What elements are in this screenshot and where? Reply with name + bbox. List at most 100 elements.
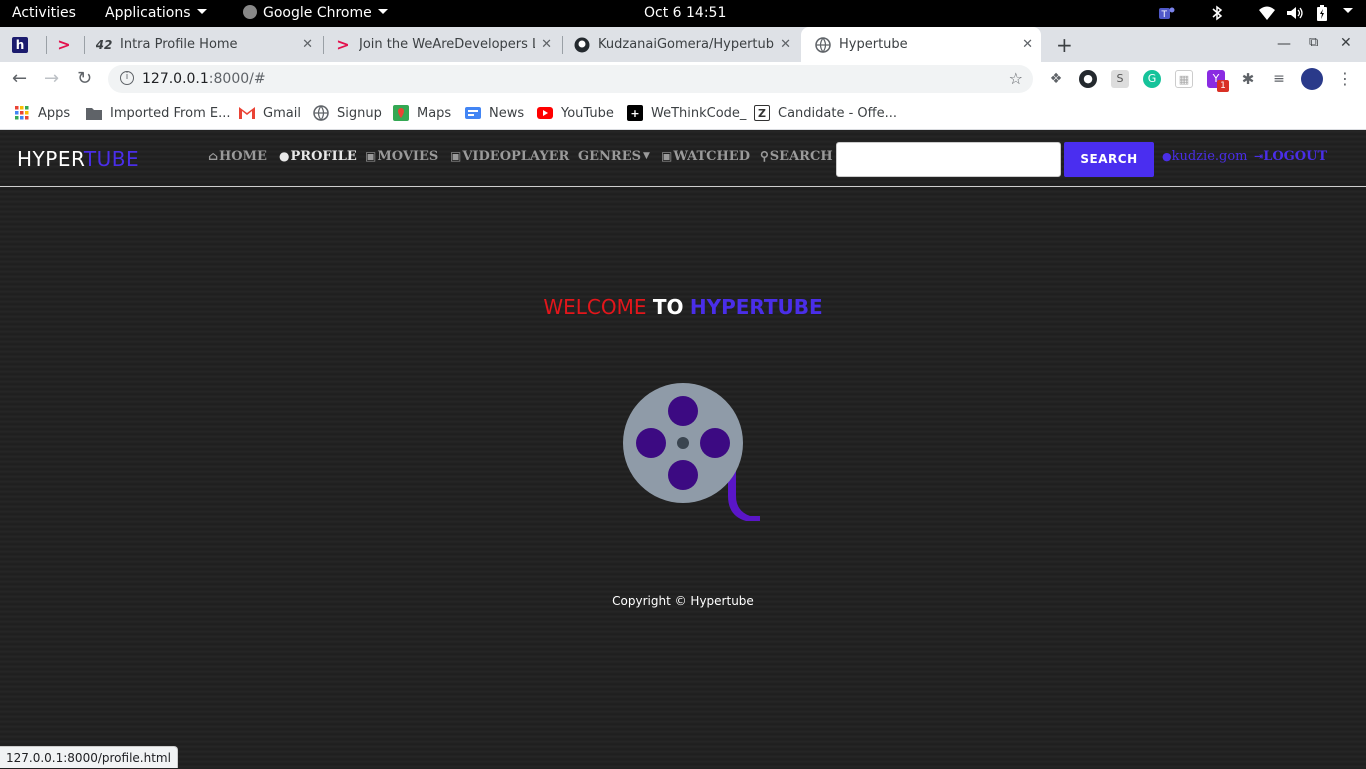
close-tab-icon[interactable]: ✕ <box>541 37 552 52</box>
tab-github-hypertube[interactable]: KudzanaiGomera/Hypertube: ✕ <box>574 27 799 62</box>
logout-label: LOGOUT <box>1263 149 1328 164</box>
user-icon: ● <box>279 149 290 163</box>
tab-title: Join the WeAreDevelopers Li <box>359 37 535 52</box>
bookmark-wethinkcode[interactable]: + WeThinkCode_ <box>627 105 746 121</box>
globe-icon <box>313 105 329 121</box>
bookmarks-bar: Apps Imported From E... Gmail Signup Map… <box>0 96 1366 130</box>
bookmark-label: Signup <box>337 105 382 121</box>
chevron-down-icon <box>1343 8 1353 13</box>
close-tab-icon[interactable]: ✕ <box>780 37 791 52</box>
battery-icon[interactable] <box>1316 5 1328 25</box>
bookmark-apps[interactable]: Apps <box>14 105 70 121</box>
search-input[interactable] <box>836 142 1061 177</box>
close-tab-icon[interactable]: ✕ <box>302 37 313 52</box>
tab-intra-profile[interactable]: 42 Intra Profile Home ✕ <box>96 27 321 62</box>
maps-icon <box>393 105 409 121</box>
user-profile-link[interactable]: ●kudzie.gom <box>1162 149 1248 164</box>
nav-genres-dropdown[interactable]: GENRES ▼ <box>578 149 650 164</box>
wearedevelopers-favicon-icon: > <box>336 35 350 54</box>
nav-genres-label: GENRES <box>578 149 641 164</box>
nav-search-label: SEARCH <box>769 149 833 164</box>
bookmark-imported[interactable]: Imported From E... <box>86 105 230 121</box>
bookmark-news[interactable]: News <box>465 105 524 121</box>
dropbox-extension-icon[interactable]: ❖ <box>1047 70 1065 88</box>
bluetooth-icon[interactable] <box>1211 5 1223 25</box>
bookmark-candidate[interactable]: Z Candidate - Offe... <box>754 105 897 121</box>
nav-search[interactable]: ⚲SEARCH <box>760 149 833 164</box>
bookmark-signup[interactable]: Signup <box>313 105 382 121</box>
nav-movies-label: MOVIES <box>377 149 439 164</box>
zoho-icon: Z <box>754 105 770 121</box>
bookmark-label: Apps <box>38 105 71 121</box>
nav-videoplayer[interactable]: ▣VIDEOPLAYER <box>450 149 569 164</box>
notification-extension-icon[interactable]: Y1 <box>1207 70 1229 92</box>
nav-profile[interactable]: ●PROFILE <box>279 149 357 164</box>
link-status-bar: 127.0.0.1:8000/profile.html <box>0 746 178 768</box>
clock[interactable]: Oct 6 14:51 <box>644 5 726 21</box>
applications-menu[interactable]: Applications <box>105 5 207 21</box>
tab-separator <box>562 36 563 54</box>
tab-pinned-wearedevelopers[interactable]: > <box>56 27 86 62</box>
chrome-menu-icon[interactable]: ⋮ <box>1336 70 1354 88</box>
forward-button[interactable]: → <box>44 68 59 89</box>
restore-window-button[interactable]: ⧉ <box>1309 35 1318 50</box>
github-extension-icon[interactable]: ● <box>1079 70 1097 88</box>
new-tab-button[interactable]: + <box>1056 33 1073 57</box>
nav-movies[interactable]: ▣MOVIES <box>365 149 438 164</box>
applications-label: Applications <box>105 5 191 21</box>
tab-separator <box>323 36 324 54</box>
film-reel-icon <box>623 383 760 521</box>
tab-hypertube[interactable]: Hypertube ✕ <box>801 27 1041 62</box>
bookmark-label: Candidate - Offe... <box>778 105 897 121</box>
profile-avatar[interactable] <box>1301 68 1323 90</box>
nav-watched-label: WATCHED <box>673 149 750 164</box>
film-icon: ▣ <box>365 149 377 163</box>
chevron-down-icon: ▼ <box>643 151 650 161</box>
reload-button[interactable]: ↻ <box>77 68 92 89</box>
url-text[interactable]: 127.0.0.1:8000/# <box>142 71 266 87</box>
nav-watched[interactable]: ▣WATCHED <box>661 149 750 164</box>
close-window-button[interactable]: ✕ <box>1340 35 1352 51</box>
bookmark-star-icon[interactable]: ☆ <box>1009 69 1023 88</box>
bookmark-youtube[interactable]: YouTube <box>537 105 614 121</box>
bookmark-label: News <box>489 105 525 121</box>
app-name-label: Google Chrome <box>263 5 372 21</box>
folder-icon <box>86 105 102 121</box>
bookmark-gmail[interactable]: Gmail <box>239 105 301 121</box>
gmail-icon <box>239 105 255 121</box>
system-menu-caret[interactable] <box>1343 5 1353 20</box>
tab-separator <box>46 36 47 54</box>
grammarly-extension-icon[interactable]: G <box>1143 70 1161 88</box>
nav-home[interactable]: ⌂HOME <box>208 149 267 164</box>
back-button[interactable]: ← <box>12 68 27 89</box>
media-queue-icon[interactable]: ≡ <box>1270 70 1288 88</box>
logout-link[interactable]: ⇥LOGOUT <box>1254 149 1327 164</box>
site-info-icon[interactable]: i <box>120 71 134 85</box>
close-tab-icon[interactable]: ✕ <box>1022 37 1033 52</box>
brand-part-2: TUBE <box>83 147 140 171</box>
tab-pinned-hyperskill[interactable]: h <box>12 27 42 62</box>
grid-extension-icon[interactable]: ▦ <box>1175 70 1193 88</box>
film-icon: ▣ <box>450 149 462 163</box>
bookmark-label: WeThinkCode_ <box>651 105 747 121</box>
apps-grid-icon <box>14 105 30 121</box>
extensions-puzzle-icon[interactable]: ✱ <box>1239 70 1257 88</box>
site-logo[interactable]: HYPERTUBE <box>17 147 139 171</box>
url-path: :8000/# <box>208 71 266 87</box>
bookmark-maps[interactable]: Maps <box>393 105 451 121</box>
search-button[interactable]: SEARCH <box>1064 142 1154 177</box>
volume-icon[interactable] <box>1286 5 1304 25</box>
s-extension-icon[interactable]: S <box>1111 70 1129 88</box>
app-menu-chrome[interactable]: Google Chrome <box>243 5 388 21</box>
minimize-window-button[interactable]: — <box>1277 36 1291 52</box>
tab-separator <box>84 36 85 54</box>
activities-button[interactable]: Activities <box>12 5 76 21</box>
welcome-heading: WELCOME TO HYPERTUBE <box>0 295 1366 319</box>
welcome-word-2: TO <box>652 295 684 319</box>
copyright-text: Copyright © Hypertube <box>612 594 754 608</box>
teams-icon[interactable]: T <box>1158 5 1175 25</box>
wifi-icon[interactable] <box>1258 5 1276 25</box>
address-bar[interactable]: i 127.0.0.1:8000/# ☆ <box>108 65 1033 93</box>
tab-wearedevelopers[interactable]: > Join the WeAreDevelopers Li ✕ <box>335 27 560 62</box>
logout-icon: ⇥ <box>1254 150 1264 163</box>
